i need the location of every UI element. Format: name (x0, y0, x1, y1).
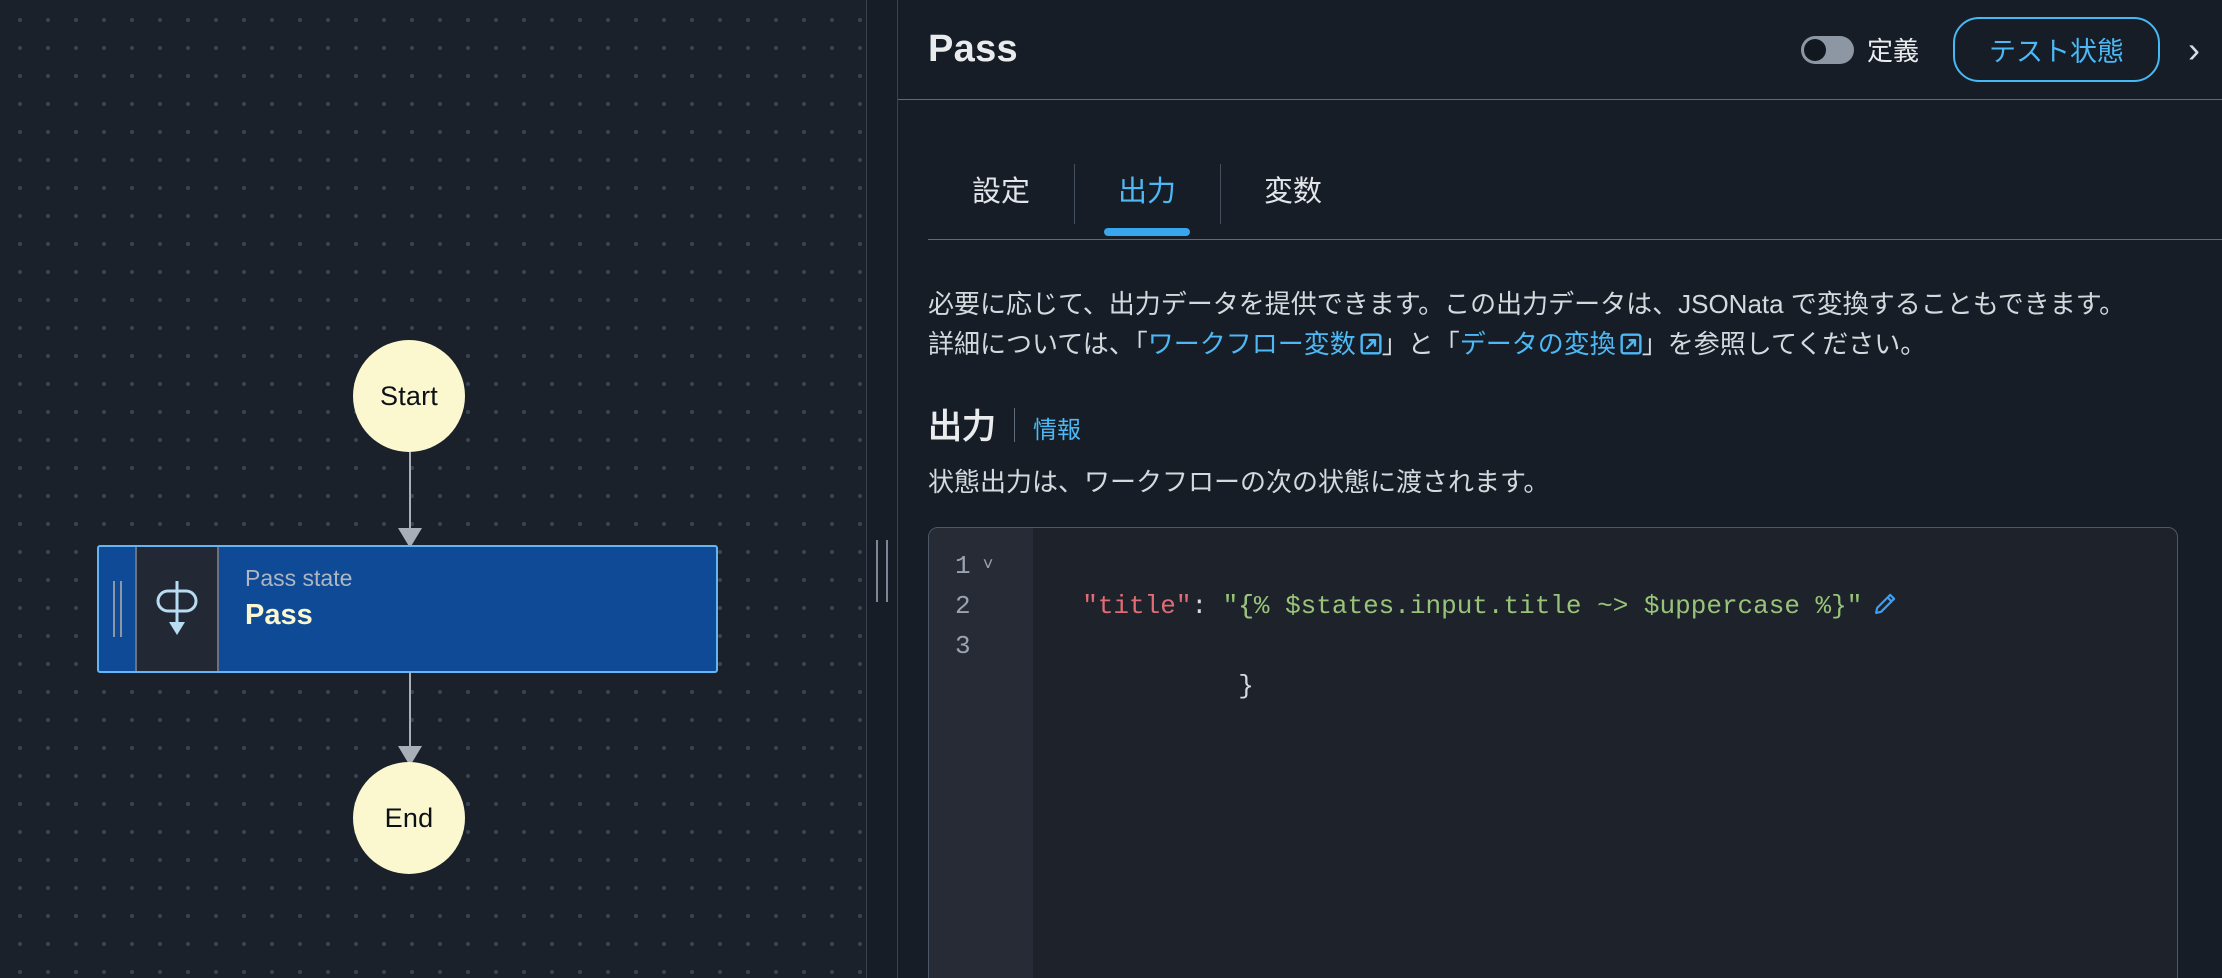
output-description-line-1: 必要に応じて、出力データを提供できます。この出力データは、JSONata で変換… (928, 289, 2126, 319)
end-node-label: End (384, 802, 434, 833)
panel-content: 必要に応じて、出力データを提供できます。この出力データは、JSONata で変換… (898, 240, 2222, 978)
edge-start-to-pass (409, 452, 411, 540)
definition-toggle-label: 定義 (1866, 36, 1919, 66)
panel-header-actions: 定義 テスト状態 › (1800, 17, 2222, 82)
code-line-3: } (1238, 670, 1254, 701)
state-details-panel: Pass 定義 テスト状態 › 設定 出力 変数 必要に応じて、出力データを提供… (898, 0, 2222, 978)
line-number-1: 1 ˅ (929, 546, 1033, 586)
end-node[interactable]: End (353, 762, 465, 874)
pass-state-node-title: Pass (245, 598, 313, 631)
output-description: 必要に応じて、出力データを提供できます。この出力データは、JSONata で変換… (928, 284, 2186, 367)
page-title: Pass (928, 28, 1018, 70)
code-line-1: { (1238, 590, 1254, 621)
editor-code-area[interactable]: { "title": "{% $states.input.title ~> $u… (1033, 528, 2177, 978)
output-section-header: 出力 情報 (928, 399, 2186, 448)
code-line-2: "title": "{% $states.input.title ~> $upp… (1051, 586, 2177, 626)
definition-toggle-group[interactable]: 定義 (1800, 31, 1919, 68)
workflow-variables-link[interactable]: ワークフロー変数 (1148, 329, 1382, 359)
start-node[interactable]: Start (353, 340, 465, 452)
tab-settings[interactable]: 設定 (928, 168, 1074, 240)
line-number-3: 3 (955, 630, 971, 661)
data-transformation-link[interactable]: データの変換 (1460, 329, 1642, 359)
workflow-canvas[interactable]: Start Pass state Pass End (0, 0, 866, 978)
definition-toggle[interactable] (1800, 35, 1854, 64)
test-state-button[interactable]: テスト状態 (1953, 17, 2160, 82)
workflow-editor-screen: Start Pass state Pass End Pass 定義 テスト状態 … (0, 0, 2222, 978)
tab-variables[interactable]: 変数 (1220, 164, 1366, 240)
drag-handle-icon[interactable] (99, 547, 135, 671)
pass-state-node[interactable]: Pass state Pass (97, 545, 718, 673)
tab-output[interactable]: 出力 (1074, 164, 1220, 240)
toggle-knob (1803, 38, 1826, 61)
panel-header: Pass 定義 テスト状態 › (898, 0, 2222, 100)
panel-tabs: 設定 出力 変数 (898, 100, 2222, 240)
splitter-grip-icon[interactable] (876, 540, 888, 602)
pencil-icon[interactable] (1872, 590, 1898, 630)
start-node-label: Start (379, 380, 439, 411)
output-code-editor[interactable]: 1 ˅ 2 3 { "title": "{% $states.input.tit… (928, 526, 2178, 978)
editor-gutter: 1 ˅ 2 3 (929, 527, 1033, 978)
external-link-icon (1360, 326, 1382, 366)
chevron-down-icon[interactable]: ˅ (983, 546, 994, 586)
pass-state-node-subtitle: Pass state (245, 565, 353, 591)
panel-resize-splitter[interactable] (866, 0, 898, 978)
pass-state-icon (135, 547, 219, 671)
output-section-title: 出力 (928, 407, 996, 446)
output-description-line-2-suffix: 」を参照してください。 (1641, 329, 1927, 360)
pass-state-node-text: Pass state Pass (219, 547, 716, 671)
external-link-icon (1620, 326, 1642, 366)
info-link[interactable]: 情報 (1033, 410, 1081, 445)
output-section-subtitle: 状態出力は、ワークフローの次の状態に渡されます。 (928, 466, 1550, 497)
section-divider (1014, 407, 1015, 442)
output-description-line-2-prefix: 詳細については、「 (928, 329, 1148, 360)
line-number-2: 2 (955, 590, 971, 621)
chevron-right-icon[interactable]: › (2188, 31, 2200, 68)
output-description-line-2-middle: 」と「 (1381, 329, 1460, 360)
